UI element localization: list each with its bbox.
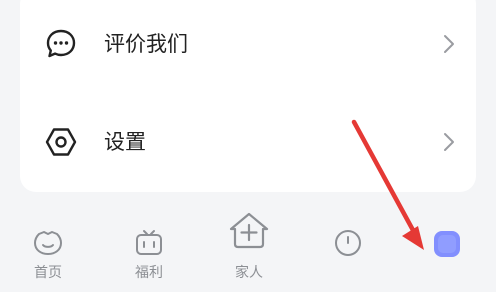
- menu-item-rate-us[interactable]: 评价我们: [20, 0, 476, 92]
- home-face-icon: [34, 231, 62, 255]
- tab-label: 家人: [235, 265, 263, 281]
- tab-fourth[interactable]: [318, 222, 378, 292]
- chevron-right-icon: [444, 35, 454, 53]
- menu-item-label: 设置: [104, 130, 146, 154]
- tab-label: 福利: [135, 265, 163, 281]
- circle-icon: [335, 230, 361, 256]
- avatar-icon: [434, 231, 460, 257]
- chevron-right-icon: [444, 133, 454, 151]
- menu-item-settings[interactable]: 设置: [20, 94, 476, 190]
- tab-home[interactable]: 首页: [18, 222, 78, 292]
- settings-card: 评价我们 设置: [20, 0, 476, 192]
- tab-label: 首页: [34, 265, 62, 281]
- tab-welfare[interactable]: 福利: [119, 222, 179, 292]
- chat-bubble-icon: [46, 29, 76, 58]
- menu-item-label: 评价我们: [104, 32, 188, 56]
- tab-profile[interactable]: [416, 222, 476, 292]
- hexagon-settings-icon: [45, 128, 77, 156]
- bottom-tab-bar: 首页 福利 家人: [0, 212, 496, 292]
- gift-bag-icon: [136, 230, 162, 255]
- house-plus-icon: [229, 212, 269, 249]
- tab-family[interactable]: 家人: [219, 212, 279, 292]
